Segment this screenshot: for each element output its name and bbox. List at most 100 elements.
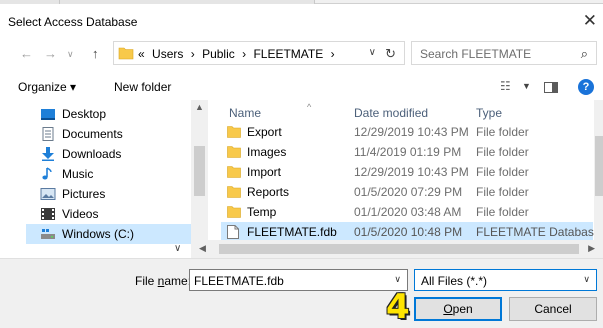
nav-item-windows-c[interactable]: Windows (C:) <box>26 224 191 244</box>
desktop-icon <box>41 109 55 120</box>
breadcrumb-fleetmate[interactable]: FLEETMATE <box>253 47 323 61</box>
folder-icon <box>227 186 241 198</box>
navigation-scrollbar[interactable]: ▲ <box>191 100 208 258</box>
file-type-filter-select[interactable]: All Files (*.*) ∨ <box>414 269 597 291</box>
open-mnemonic: O <box>443 302 453 316</box>
scroll-right-arrow-icon[interactable]: ▶ <box>588 243 595 254</box>
navigation-pane: Desktop Documents Downloads Music Pictur… <box>0 100 208 258</box>
nav-item-documents[interactable]: Documents <box>40 124 190 144</box>
nav-item-desktop[interactable]: Desktop <box>40 104 190 124</box>
window-title: Select Access Database <box>8 15 138 29</box>
breadcrumb-overflow[interactable]: « <box>138 47 145 61</box>
organize-button[interactable]: Organize ▾ <box>18 80 76 94</box>
label-part: File <box>135 274 158 288</box>
view-options-icon[interactable]: ☷ <box>500 79 511 93</box>
breadcrumb-separator[interactable]: › <box>331 47 335 61</box>
nav-item-pictures[interactable]: Pictures <box>40 184 190 204</box>
help-icon[interactable]: ? <box>578 79 594 95</box>
downloads-icon <box>42 147 54 161</box>
nav-item-downloads[interactable]: Downloads <box>40 144 190 164</box>
scrollbar-thumb[interactable] <box>595 136 603 196</box>
folder-icon <box>227 206 241 218</box>
file-type-filter-value: All Files (*.*) <box>421 274 488 288</box>
breadcrumb-public[interactable]: Public <box>202 47 235 61</box>
file-date: 12/29/2019 10:43 PM <box>354 125 469 139</box>
refresh-icon[interactable]: ↻ <box>385 46 396 62</box>
breadcrumb: « Users › Public › FLEETMATE › <box>138 47 339 61</box>
column-header-label: Name <box>229 106 262 120</box>
file-row-export[interactable]: Export 12/29/2019 10:43 PM File folder <box>221 122 593 142</box>
close-button[interactable]: ✕ <box>583 11 597 31</box>
scroll-left-arrow-icon[interactable]: ◀ <box>199 243 206 254</box>
preview-pane-icon[interactable] <box>544 82 558 93</box>
nav-collapse-chevron-icon[interactable]: ∨ <box>174 243 181 254</box>
open-label: pen <box>452 302 473 316</box>
horizontal-scrollbar[interactable]: ◀ ▶ <box>191 240 603 258</box>
forward-arrow-icon[interactable]: → <box>44 46 57 61</box>
address-bar[interactable]: « Users › Public › FLEETMATE › ∨ ↻ <box>113 41 405 65</box>
column-header-name[interactable]: Name ^ <box>229 102 311 120</box>
folder-icon <box>227 126 241 138</box>
file-type: File folder <box>476 165 529 179</box>
nav-item-music[interactable]: Music <box>40 164 190 184</box>
file-row-temp[interactable]: Temp 01/1/2020 03:48 AM File folder <box>221 202 593 222</box>
music-icon <box>42 167 52 180</box>
dialog-footer: File name: FLEETMATE.fdb ∨ All Files (*.… <box>0 258 603 328</box>
pictures-icon <box>40 188 56 200</box>
file-name: FLEETMATE.fdb <box>247 225 337 239</box>
open-button[interactable]: Open <box>414 297 502 321</box>
file-icon <box>227 225 239 239</box>
file-name: Export <box>247 125 282 139</box>
breadcrumb-separator[interactable]: › <box>242 47 246 61</box>
scrollbar-thumb[interactable] <box>194 146 205 196</box>
file-name-value: FLEETMATE.fdb <box>194 274 284 288</box>
nav-item-label: Videos <box>62 207 99 221</box>
nav-item-label: Documents <box>62 127 123 141</box>
breadcrumb-separator[interactable]: › <box>191 47 195 61</box>
address-dropdown-icon[interactable]: ∨ <box>369 47 376 58</box>
file-name-dropdown-icon[interactable]: ∨ <box>394 274 401 285</box>
nav-item-label: Music <box>62 167 94 181</box>
file-date: 11/4/2019 01:19 PM <box>354 145 462 159</box>
file-name: Images <box>247 145 287 159</box>
file-date: 12/29/2019 10:43 PM <box>354 165 469 179</box>
file-row-fleetmate-fdb[interactable]: FLEETMATE.fdb 01/5/2020 10:48 PM FLEETMA… <box>221 222 601 242</box>
nav-item-label: Pictures <box>62 187 106 201</box>
up-arrow-icon[interactable]: ↑ <box>92 46 99 61</box>
breadcrumb-users[interactable]: Users <box>152 47 183 61</box>
file-name-label: File name: <box>135 274 191 288</box>
column-header-date[interactable]: Date modified <box>354 106 428 120</box>
file-name: Import <box>247 165 282 179</box>
cancel-button[interactable]: Cancel <box>509 297 597 321</box>
search-input[interactable]: Search FLEETMATE ⌕ <box>411 41 597 65</box>
file-date: 01/5/2020 07:29 PM <box>354 185 463 199</box>
file-row-import[interactable]: Import 12/29/2019 10:43 PM File folder <box>221 162 593 182</box>
toolbar: Organize ▾ New folder ☷ ▼ ? <box>0 74 603 100</box>
label-part: ame: <box>164 274 192 288</box>
drive-icon <box>41 229 55 239</box>
scrollbar-thumb[interactable] <box>219 244 579 254</box>
search-placeholder: Search FLEETMATE <box>420 47 532 61</box>
back-arrow-icon[interactable]: ← <box>20 46 33 61</box>
file-name: Temp <box>247 205 277 219</box>
nav-item-label: Windows (C:) <box>62 227 135 241</box>
file-name-input[interactable]: FLEETMATE.fdb ∨ <box>189 269 408 291</box>
new-folder-button[interactable]: New folder <box>114 80 171 94</box>
file-type: File folder <box>476 145 529 159</box>
documents-icon <box>42 127 54 141</box>
folder-icon <box>227 146 241 158</box>
file-row-reports[interactable]: Reports 01/5/2020 07:29 PM File folder <box>221 182 593 202</box>
file-row-images[interactable]: Images 11/4/2019 01:19 PM File folder <box>221 142 593 162</box>
recent-locations-chevron-icon[interactable]: ∨ <box>67 49 74 60</box>
nav-item-label: Desktop <box>62 107 107 121</box>
column-header-type[interactable]: Type <box>476 106 502 120</box>
nav-item-label: Downloads <box>62 147 122 161</box>
view-dropdown-icon[interactable]: ▼ <box>522 81 531 91</box>
scroll-up-arrow-icon[interactable]: ▲ <box>195 102 204 112</box>
file-list-scrollbar[interactable] <box>594 100 603 240</box>
file-type: FLEETMATE Database <box>476 225 601 239</box>
nav-item-videos[interactable]: Videos <box>40 204 190 224</box>
filter-dropdown-icon[interactable]: ∨ <box>583 274 590 285</box>
file-type: File folder <box>476 205 529 219</box>
file-type: File folder <box>476 185 529 199</box>
